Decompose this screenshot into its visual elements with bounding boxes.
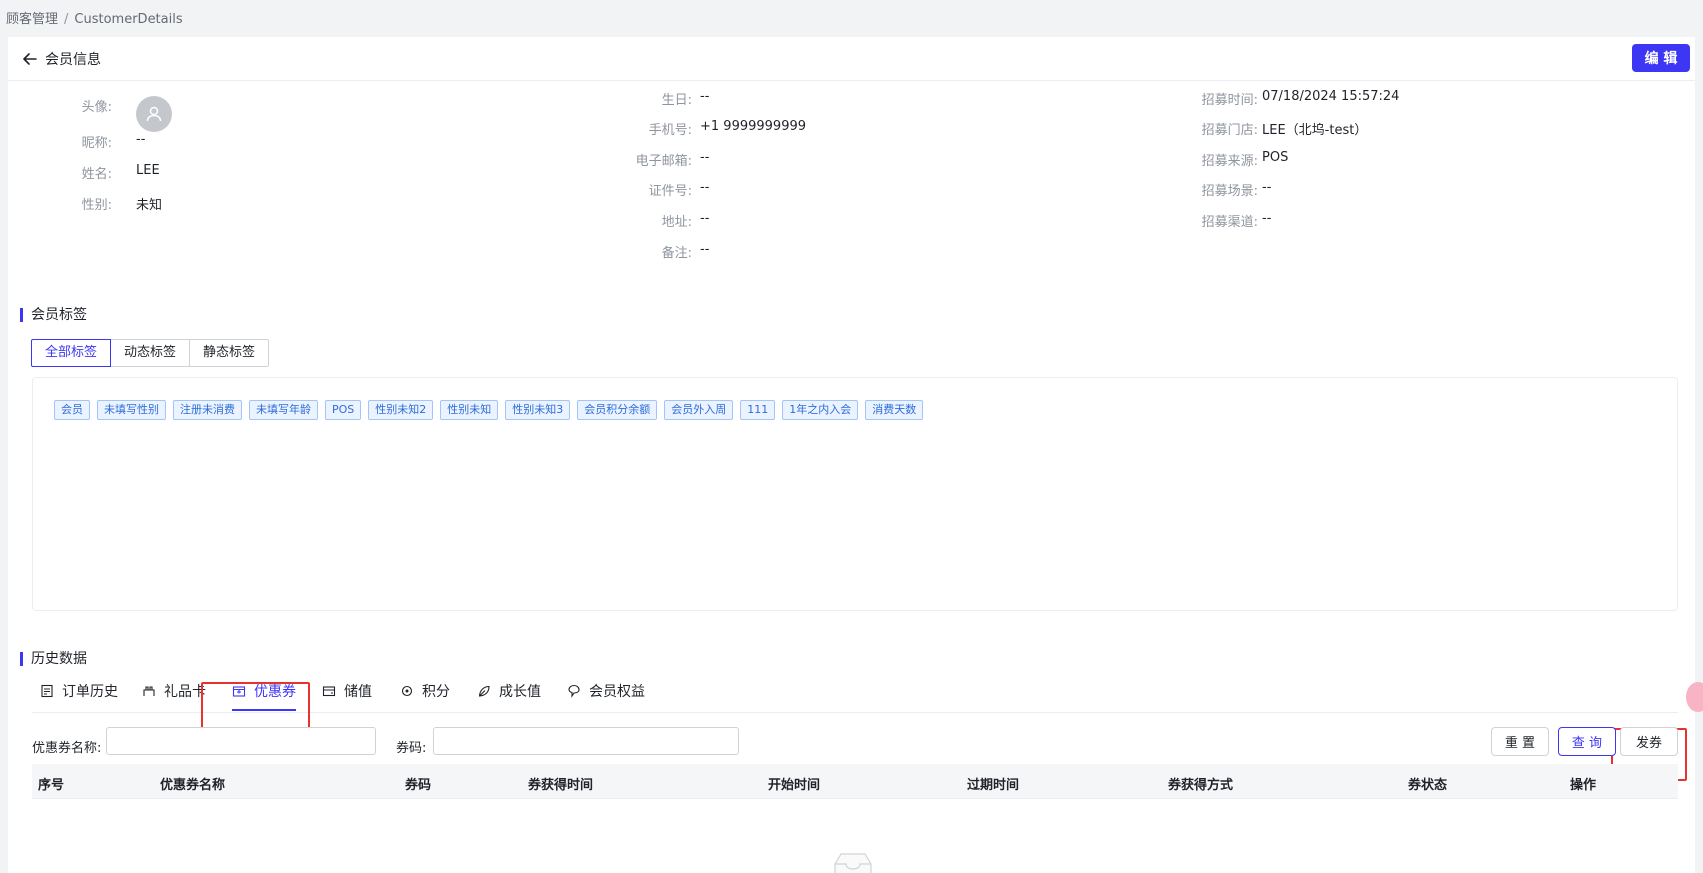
recruit-time-value: 07/18/2024 15:57:24 <box>1262 89 1400 104</box>
id-number-value: -- <box>700 180 710 195</box>
search-button[interactable]: 查 询 <box>1558 727 1616 756</box>
coupon-code-input[interactable] <box>433 727 739 755</box>
column-header: 操作 <box>1570 778 1597 793</box>
tab-label: 礼品卡 <box>164 684 206 700</box>
nickname-value: -- <box>136 132 146 147</box>
remark-label: 备注: <box>661 246 692 261</box>
tags-section-title: 会员标签 <box>20 308 87 322</box>
recruit-source-label: 招募来源: <box>1201 154 1258 169</box>
recruit-store-value: LEE（北坞-test） <box>1262 123 1368 138</box>
back-arrow-icon[interactable] <box>20 49 40 69</box>
floating-help-button[interactable] <box>1686 682 1703 712</box>
birthday-label: 生日: <box>661 93 692 108</box>
tab-points[interactable]: 积分 <box>400 681 450 713</box>
tab-order-history[interactable]: 订单历史 <box>40 681 118 713</box>
tab-all-tags[interactable]: 全部标签 <box>31 339 112 367</box>
page-title: 会员信息 <box>45 52 101 68</box>
column-header: 券获得方式 <box>1168 778 1234 793</box>
page-header: 会员信息 编 辑 <box>8 37 1695 81</box>
benefit-icon <box>568 685 580 698</box>
birthday-value: -- <box>700 89 710 104</box>
gift-card-icon <box>143 686 155 696</box>
address-label: 地址: <box>661 215 692 230</box>
coupon-code-label: 券码: <box>396 741 427 756</box>
id-number-label: 证件号: <box>648 184 692 199</box>
tab-growth-value[interactable]: 成长值 <box>477 681 541 713</box>
tag-item: POS <box>325 400 362 420</box>
order-icon <box>41 684 53 698</box>
reset-button[interactable]: 重 置 <box>1491 727 1549 756</box>
coupon-table-header: 序号 优惠券名称 券码 券获得时间 开始时间 过期时间 券获得方式 券状态 操作 <box>32 764 1678 799</box>
recruit-time-label: 招募时间: <box>1201 93 1258 108</box>
tags-panel: 会员 未填写性别 注册未消费 未填写年龄 POS 性别未知2 性别未知 性别未知… <box>32 377 1678 611</box>
tag-item: 性别未知2 <box>368 400 434 420</box>
empty-inbox-icon <box>834 853 872 873</box>
tab-label: 积分 <box>422 684 450 700</box>
leaf-icon <box>478 685 490 697</box>
tags-list: 会员 未填写性别 注册未消费 未填写年龄 POS 性别未知2 性别未知 性别未知… <box>54 400 924 420</box>
avatar <box>136 96 172 132</box>
tag-item: 未填写性别 <box>97 400 166 420</box>
tag-item: 性别未知 <box>440 400 499 420</box>
avatar-label: 头像: <box>81 100 112 115</box>
user-icon <box>146 106 162 122</box>
email-label: 电子邮箱: <box>635 154 692 169</box>
name-value: LEE <box>136 163 160 178</box>
history-section-title: 历史数据 <box>20 652 87 666</box>
tag-item: 消费天数 <box>865 400 924 420</box>
recruit-scene-label: 招募场景: <box>1201 184 1258 199</box>
recruit-channel-label: 招募渠道: <box>1201 215 1258 230</box>
tag-item: 未填写年龄 <box>249 400 318 420</box>
tag-item: 会员积分余额 <box>577 400 658 420</box>
tag-item: 111 <box>740 400 776 420</box>
breadcrumb-separator: / <box>64 12 69 27</box>
column-header: 券获得时间 <box>528 778 594 793</box>
tag-item: 注册未消费 <box>173 400 242 420</box>
email-value: -- <box>700 150 710 165</box>
tab-label: 会员权益 <box>589 684 645 700</box>
tag-tabs: 全部标签 动态标签 静态标签 <box>31 339 270 367</box>
gender-label: 性别: <box>81 198 112 213</box>
phone-label: 手机号: <box>648 123 692 138</box>
points-icon <box>401 685 413 697</box>
column-header: 优惠券名称 <box>160 778 226 793</box>
edit-button[interactable]: 编 辑 <box>1632 44 1690 72</box>
phone-value: +1 9999999999 <box>700 119 807 134</box>
breadcrumb: 顾客管理 / CustomerDetails <box>6 8 183 27</box>
recruit-store-label: 招募门店: <box>1201 123 1258 138</box>
remark-value: -- <box>700 242 710 257</box>
coupon-name-label: 优惠券名称: <box>32 741 102 756</box>
tag-item: 性别未知3 <box>505 400 571 420</box>
tag-item: 1年之内入会 <box>782 400 859 420</box>
member-detail-card: 会员信息 编 辑 头像: 昵称: -- 姓名: LEE 性别: 未知 生日: -… <box>8 37 1695 873</box>
tab-dynamic-tags[interactable]: 动态标签 <box>110 339 191 367</box>
tab-static-tags[interactable]: 静态标签 <box>189 339 270 367</box>
column-header: 过期时间 <box>967 778 1020 793</box>
tab-stored-value[interactable]: 储值 <box>322 681 372 713</box>
breadcrumb-parent[interactable]: 顾客管理 <box>6 12 58 27</box>
recruit-channel-value: -- <box>1262 211 1272 226</box>
gender-value: 未知 <box>136 198 163 213</box>
issue-coupon-button[interactable]: 发券 <box>1620 727 1678 756</box>
tag-item: 会员外入周 <box>664 400 734 420</box>
column-header: 券状态 <box>1408 778 1448 793</box>
address-value: -- <box>700 211 710 226</box>
tag-item: 会员 <box>54 400 90 420</box>
tab-member-benefits[interactable]: 会员权益 <box>567 681 645 713</box>
wallet-icon <box>322 686 336 697</box>
nickname-label: 昵称: <box>81 136 112 151</box>
tab-gift-card[interactable]: 礼品卡 <box>142 681 206 713</box>
coupon-name-input[interactable] <box>106 727 376 755</box>
recruit-source-value: POS <box>1262 150 1289 165</box>
name-label: 姓名: <box>81 167 112 182</box>
tab-label: 订单历史 <box>62 684 118 700</box>
column-header: 券码 <box>405 778 432 793</box>
breadcrumb-current: CustomerDetails <box>74 12 183 27</box>
recruit-scene-value: -- <box>1262 180 1272 195</box>
tab-label: 储值 <box>344 684 372 700</box>
column-header: 开始时间 <box>768 778 821 793</box>
column-header: 序号 <box>38 778 65 793</box>
tab-label: 成长值 <box>499 684 541 700</box>
